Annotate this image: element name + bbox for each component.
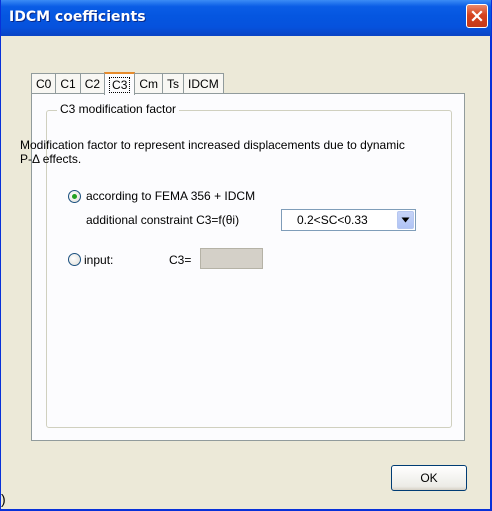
group-title: C3 modification factor [57,102,180,116]
tab-label: Ts [167,77,180,91]
description-text: Modification factor to represent increas… [20,138,405,166]
window-title: IDCM coefficients [9,9,146,25]
close-button[interactable] [466,4,488,28]
radio-fema-label[interactable]: according to FEMA 356 + IDCM [86,189,255,203]
tab-label: C0 [36,77,52,91]
constraint-label: additional constraint C3=f(θi) [86,213,240,227]
window-corner-edge: ) [1,491,6,507]
tab-label: IDCM [188,77,219,91]
tab-c3[interactable]: C3 [104,72,136,95]
constraint-select-value: 0.2<SC<0.33 [297,213,368,227]
c3-field-label: C3= [169,253,192,267]
radio-input[interactable] [68,253,81,266]
tab-c1[interactable]: C1 [55,73,81,94]
tab-c2[interactable]: C2 [79,73,106,94]
radio-selected-dot [72,194,77,199]
dropdown-button[interactable] [397,211,414,229]
constraint-select[interactable]: 0.2<SC<0.33 [281,209,416,231]
c3-input-field[interactable] [200,248,263,269]
tab-idcm[interactable]: IDCM [183,73,224,94]
title-bar[interactable]: IDCM coefficients [1,0,491,36]
close-icon [471,10,483,22]
chevron-down-icon [401,217,410,223]
tab-label: C3 [109,76,131,93]
tab-label: C1 [60,77,76,91]
tab-label: Cm [139,77,159,91]
tab-strip: C0 C1 C2 C3 Cm Ts IDCM [31,72,224,95]
tab-label: C2 [84,77,101,91]
tab-cm[interactable]: Cm [134,73,164,94]
dialog-window: IDCM coefficients C0 C1 C2 C3 Cm Ts IDCM… [0,0,492,511]
radio-fema[interactable] [68,190,81,203]
tab-ts[interactable]: Ts [162,73,185,94]
radio-input-label[interactable]: input: [84,253,113,267]
ok-button[interactable]: OK [391,465,467,491]
tab-c0[interactable]: C0 [31,73,57,94]
